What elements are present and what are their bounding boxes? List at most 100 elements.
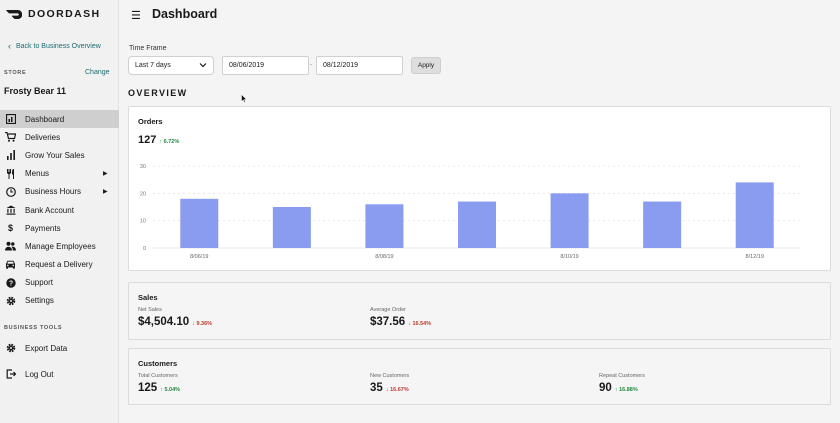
total-customers-label: Total Customers: [138, 373, 178, 379]
back-to-business-overview-link[interactable]: ‹ Back to Business Overview: [8, 41, 101, 51]
x-tick-label: 8/12/19: [746, 254, 764, 260]
sidebar-item-label: Support: [25, 278, 54, 288]
orders-card: Orders 127 ↑ 6.72% 0 10 20 30 8/06/19 8/08/19 8…: [128, 106, 831, 271]
average-order-value: $37.56: [370, 316, 406, 328]
sidebar-item-label: Menus: [25, 169, 50, 179]
sidebar-item-request-a-delivery[interactable]: Request a Delivery: [0, 256, 119, 274]
top-bar: ☰ Dashboard: [119, 0, 840, 30]
doordash-logo[interactable]: DOORDASH: [6, 8, 100, 20]
sidebar-item-label: Settings: [25, 296, 54, 306]
new-customers-delta: ↓ 16.67%: [385, 387, 409, 393]
chart-bar[interactable]: [550, 193, 589, 248]
y-tick-label: 30: [140, 164, 146, 170]
dashboard-icon: [5, 114, 16, 125]
new-customers-metric: New Customers 35 ↓ 16.67%: [370, 373, 409, 394]
clock-icon: [5, 186, 16, 197]
caret-right-icon: ▶: [103, 171, 108, 178]
net-sales-metric: Net Sales $4,504.10 ↓ 9.36%: [138, 307, 212, 328]
chart-bar[interactable]: [365, 204, 404, 248]
sidebar-item-log-out[interactable]: Log Out: [0, 365, 119, 383]
chart-bar[interactable]: [643, 201, 682, 248]
average-order-delta: ↓ 16.54%: [408, 321, 432, 327]
repeat-customers-metric: Repeat Customers 90 ↑ 16.88%: [599, 373, 645, 394]
doordash-logo-icon: [6, 9, 22, 19]
sidebar-item-label: Log Out: [25, 369, 54, 379]
chevron-down-icon: [199, 61, 207, 70]
help-icon: ?: [5, 277, 16, 288]
gear-icon: [5, 343, 16, 354]
sidebar-item-grow-your-sales[interactable]: Grow Your Sales: [0, 146, 119, 164]
logout-section: Log Out: [0, 365, 119, 383]
chart-bar[interactable]: [735, 182, 774, 248]
y-tick-label: 10: [140, 219, 146, 225]
net-sales-label: Net Sales: [138, 307, 162, 313]
sidebar-item-label: Deliveries: [25, 132, 61, 142]
store-label: STORE: [4, 70, 27, 76]
sales-title: Sales: [138, 293, 158, 302]
total-customers-delta: ↑ 5.04%: [160, 387, 181, 393]
chart-bar[interactable]: [272, 207, 311, 248]
store-name: Frosty Bear 11: [4, 86, 67, 96]
sidebar-item-payments[interactable]: $ Payments: [0, 219, 119, 237]
brand-name: DOORDASH: [28, 8, 101, 20]
sidebar-item-deliveries[interactable]: Deliveries: [0, 128, 119, 146]
dollar-icon: $: [7, 223, 13, 234]
total-customers-value: 125: [138, 382, 158, 394]
new-customers-label: New Customers: [370, 373, 410, 379]
y-tick-label: 20: [140, 191, 146, 197]
sidebar-item-export-data[interactable]: Export Data: [0, 339, 119, 357]
sidebar-item-label: Dashboard: [25, 114, 65, 124]
time-frame-value: Last 7 days: [135, 62, 171, 69]
customers-card: Customers Total Customers 125 ↑ 5.04% New…: [128, 348, 831, 405]
sidebar-item-support[interactable]: ? Support: [0, 274, 119, 292]
chart-bar[interactable]: [458, 201, 496, 248]
sidebar-item-label: Grow Your Sales: [25, 150, 85, 160]
sidebar-item-label: Manage Employees: [25, 241, 96, 251]
date-range-separator: -: [310, 62, 312, 68]
y-tick-label: 0: [143, 246, 146, 252]
logout-icon: [5, 369, 16, 380]
overview-heading: OVERVIEW: [128, 88, 188, 98]
business-tools-label: BUSINESS TOOLS: [4, 325, 63, 331]
average-order-label: Average Order: [370, 307, 406, 313]
caret-right-icon: ▶: [103, 189, 108, 196]
time-frame-select[interactable]: Last 7 days: [128, 56, 214, 75]
sidebar-item-label: Business Hours: [25, 187, 82, 197]
customers-title: Customers: [138, 359, 178, 368]
sidebar-item-dashboard[interactable]: Dashboard: [0, 110, 119, 129]
business-tools: Export Data: [0, 339, 119, 357]
sidebar-item-menus[interactable]: Menus ▶: [0, 165, 119, 183]
sidebar-item-label: Bank Account: [25, 205, 74, 215]
apply-button[interactable]: Apply: [411, 57, 441, 74]
sidebar-item-business-hours[interactable]: Business Hours ▶: [0, 183, 119, 201]
change-store-link[interactable]: Change: [85, 69, 110, 76]
sidebar-item-bank-account[interactable]: Bank Account: [0, 201, 119, 219]
sales-card: Sales Net Sales $4,504.10 ↓ 9.36% Average…: [128, 282, 831, 340]
net-sales-value: $4,504.10: [138, 316, 190, 328]
sidebar-item-settings[interactable]: Settings: [0, 292, 119, 310]
new-customers-value: 35: [370, 382, 383, 394]
bank-icon: [5, 205, 16, 216]
chart-bar[interactable]: [180, 198, 219, 248]
sidebar-item-manage-employees[interactable]: Manage Employees: [0, 237, 119, 255]
average-order-metric: Average Order $37.56 ↓ 16.54%: [370, 307, 431, 328]
repeat-customers-delta: ↑ 16.88%: [614, 387, 638, 393]
x-tick-label: 8/10/19: [560, 254, 578, 260]
orders-bar-chart: 0 10 20 30 8/06/19 8/08/19 8/10/19 8/12/19: [140, 164, 801, 260]
sidebar-item-label: Payments: [25, 223, 61, 233]
cart-icon: [5, 132, 16, 143]
hamburger-menu-icon[interactable]: ☰: [131, 9, 141, 22]
chevron-left-icon: ‹: [8, 41, 11, 51]
repeat-customers-value: 90: [599, 382, 612, 394]
net-sales-delta: ↓ 9.36%: [192, 321, 213, 327]
start-date-input[interactable]: 08/06/2019: [222, 56, 309, 75]
gear-icon: [5, 295, 16, 306]
bar-chart-icon: [5, 150, 16, 161]
sidebar-nav: Dashboard Deliveries Grow Your Sales Men…: [0, 110, 119, 310]
people-icon: [5, 241, 16, 252]
total-customers-metric: Total Customers 125 ↑ 5.04%: [138, 373, 180, 394]
end-date-input[interactable]: 08/12/2019: [316, 56, 403, 75]
x-tick-label: 8/06/19: [190, 254, 208, 260]
back-link-label: Back to Business Overview: [16, 43, 101, 50]
page-title: Dashboard: [152, 7, 218, 21]
